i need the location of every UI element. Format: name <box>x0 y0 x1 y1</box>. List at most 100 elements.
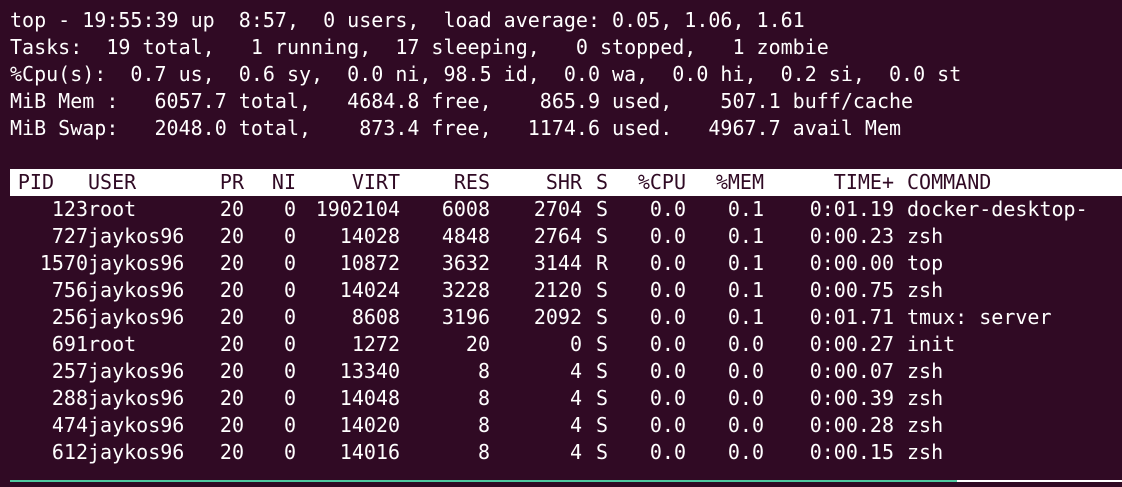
row-pid: 123 <box>51 197 88 221</box>
row-ni: 0 <box>283 305 296 329</box>
header-mem[interactable]: %MEM <box>700 169 764 196</box>
row-pid: 612 <box>51 440 88 464</box>
row-pr: 20 <box>219 413 244 437</box>
row-pr: 20 <box>219 278 244 302</box>
row-command: init <box>907 332 956 356</box>
row-time: 0:00.15 <box>809 440 894 464</box>
header-user[interactable]: USER <box>88 169 208 196</box>
row-user: jaykos96 <box>88 305 185 329</box>
row-cpu: 0.0 <box>649 197 686 221</box>
row-command: zsh <box>907 440 944 464</box>
row-shr: 2704 <box>533 197 582 221</box>
header-res[interactable]: RES <box>400 169 490 196</box>
row-state: R <box>596 251 609 275</box>
row-res: 4848 <box>441 224 490 248</box>
row-res: 8 <box>477 386 490 410</box>
row-command: tmux: server <box>907 305 1052 329</box>
uptime-load-line: top - 19:55:39 up 8:57, 0 users, load av… <box>10 8 805 32</box>
row-pid: 257 <box>51 359 88 383</box>
row-mem: 0.0 <box>727 440 764 464</box>
row-mem: 0.0 <box>727 386 764 410</box>
row-shr: 4 <box>569 413 582 437</box>
cpu-line: %Cpu(s): 0.7 us, 0.6 sy, 0.0 ni, 98.5 id… <box>10 62 962 86</box>
row-virt: 1272 <box>351 332 400 356</box>
row-ni: 0 <box>283 278 296 302</box>
row-shr: 2764 <box>533 224 582 248</box>
header-ni[interactable]: NI <box>260 169 296 196</box>
row-command: top <box>907 251 944 275</box>
row-shr: 4 <box>569 440 582 464</box>
row-command: zsh <box>907 413 944 437</box>
row-command: docker-desktop- <box>907 197 1088 221</box>
row-res: 3228 <box>441 278 490 302</box>
terminal-window[interactable]: top - 19:55:39 up 8:57, 0 users, load av… <box>0 0 1122 487</box>
row-ni: 0 <box>283 413 296 437</box>
row-virt: 8608 <box>351 305 400 329</box>
row-time: 0:00.27 <box>809 332 894 356</box>
row-cpu: 0.0 <box>649 224 686 248</box>
row-time: 0:01.19 <box>809 197 894 221</box>
row-res: 3196 <box>441 305 490 329</box>
row-user: jaykos96 <box>88 440 185 464</box>
row-state: S <box>596 305 609 329</box>
row-mem: 0.0 <box>727 359 764 383</box>
header-state[interactable]: S <box>596 169 610 196</box>
row-pid: 727 <box>51 224 88 248</box>
row-state: S <box>596 386 609 410</box>
row-ni: 0 <box>283 197 296 221</box>
row-res: 8 <box>477 440 490 464</box>
tasks-line: Tasks: 19 total, 1 running, 17 sleeping,… <box>10 35 829 59</box>
row-state: S <box>596 413 609 437</box>
row-pid: 1570 <box>39 251 88 275</box>
row-command: zsh <box>907 386 944 410</box>
row-time: 0:00.39 <box>809 386 894 410</box>
row-pr: 20 <box>219 197 244 221</box>
row-user: jaykos96 <box>88 224 185 248</box>
row-pr: 20 <box>219 251 244 275</box>
row-pr: 20 <box>219 386 244 410</box>
row-user: jaykos96 <box>88 386 185 410</box>
row-ni: 0 <box>283 440 296 464</box>
row-user: jaykos96 <box>88 359 185 383</box>
header-pid[interactable]: PID <box>10 169 54 196</box>
row-cpu: 0.0 <box>649 251 686 275</box>
row-time: 0:00.07 <box>809 359 894 383</box>
row-command: zsh <box>907 359 944 383</box>
row-cpu: 0.0 <box>649 386 686 410</box>
row-cpu: 0.0 <box>649 413 686 437</box>
row-virt: 14048 <box>339 386 400 410</box>
row-command: zsh <box>907 278 944 302</box>
swap-line: MiB Swap: 2048.0 total, 873.4 free, 1174… <box>10 116 902 140</box>
row-mem: 0.1 <box>727 278 764 302</box>
row-state: S <box>596 278 609 302</box>
row-time: 0:00.28 <box>809 413 894 437</box>
row-state: S <box>596 197 609 221</box>
row-cpu: 0.0 <box>649 359 686 383</box>
row-mem: 0.0 <box>727 413 764 437</box>
row-mem: 0.1 <box>727 305 764 329</box>
row-mem: 0.1 <box>727 197 764 221</box>
row-res: 3632 <box>441 251 490 275</box>
row-ni: 0 <box>283 251 296 275</box>
row-res: 8 <box>477 413 490 437</box>
row-mem: 0.1 <box>727 224 764 248</box>
row-pr: 20 <box>219 332 244 356</box>
row-time: 0:00.75 <box>809 278 894 302</box>
header-shr[interactable]: SHR <box>500 169 582 196</box>
header-time[interactable]: TIME+ <box>780 169 894 196</box>
row-virt: 1902104 <box>315 197 400 221</box>
row-virt: 10872 <box>339 251 400 275</box>
row-user: jaykos96 <box>88 251 185 275</box>
header-virt[interactable]: VIRT <box>300 169 400 196</box>
row-state: S <box>596 224 609 248</box>
row-pr: 20 <box>219 224 244 248</box>
header-command[interactable]: COMMAND <box>907 169 1122 196</box>
row-virt: 14016 <box>339 440 400 464</box>
row-cpu: 0.0 <box>649 305 686 329</box>
row-pr: 20 <box>219 359 244 383</box>
row-ni: 0 <box>283 359 296 383</box>
header-cpu[interactable]: %CPU <box>620 169 686 196</box>
header-pr[interactable]: PR <box>200 169 244 196</box>
row-res: 6008 <box>441 197 490 221</box>
row-time: 0:01.71 <box>809 305 894 329</box>
